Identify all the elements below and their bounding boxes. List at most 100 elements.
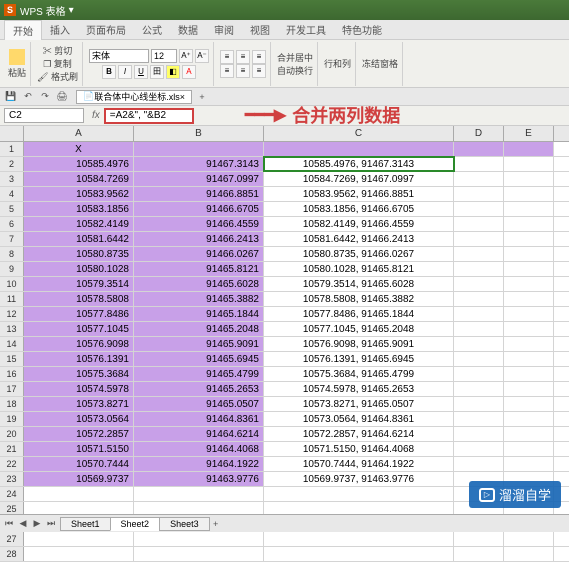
cell[interactable] (504, 412, 554, 426)
cell[interactable]: 10577.1045, 91465.2048 (264, 322, 454, 336)
nav-last-button[interactable]: ⏭ (44, 518, 58, 529)
cell[interactable] (504, 202, 554, 216)
cell[interactable]: 91465.1844 (134, 307, 264, 321)
cell[interactable]: 10576.9098, 91465.9091 (264, 337, 454, 351)
row-header[interactable]: 8 (0, 247, 24, 261)
cell[interactable] (504, 277, 554, 291)
cell[interactable]: 10580.8735, 91466.0267 (264, 247, 454, 261)
cell[interactable]: 10578.5808, 91465.3882 (264, 292, 454, 306)
col-header-e[interactable]: E (504, 126, 554, 141)
cell[interactable] (454, 172, 504, 186)
cell[interactable]: 91464.8361 (134, 412, 264, 426)
row-header[interactable]: 12 (0, 307, 24, 321)
wrap-button[interactable]: 自动换行 (277, 64, 313, 77)
cell[interactable]: 10585.4976 (24, 157, 134, 171)
cell[interactable]: 91467.3143 (134, 157, 264, 171)
cell[interactable]: 10576.1391 (24, 352, 134, 366)
cell[interactable] (504, 457, 554, 471)
cell[interactable] (24, 547, 134, 561)
cell[interactable]: 10571.5150 (24, 442, 134, 456)
row-header[interactable]: 28 (0, 547, 24, 561)
cell[interactable]: 91466.6705 (134, 202, 264, 216)
cell[interactable]: 10569.9737, 91463.9776 (264, 472, 454, 486)
cell[interactable]: 10580.1028 (24, 262, 134, 276)
font-color-button[interactable]: A (182, 65, 196, 79)
cell[interactable] (504, 247, 554, 261)
cell[interactable] (504, 217, 554, 231)
cell[interactable]: 10573.0564, 91464.8361 (264, 412, 454, 426)
cell[interactable]: 91463.9776 (134, 472, 264, 486)
cell[interactable]: 91467.0997 (134, 172, 264, 186)
cell[interactable] (504, 172, 554, 186)
cell[interactable]: 91466.2413 (134, 232, 264, 246)
cell[interactable]: 10575.3684, 91465.4799 (264, 367, 454, 381)
file-tab[interactable]: 📄 联合体中心线坐标.xls × (76, 90, 192, 104)
row-header[interactable]: 19 (0, 412, 24, 426)
cell[interactable]: 10576.9098 (24, 337, 134, 351)
row-header[interactable]: 4 (0, 187, 24, 201)
cell[interactable]: 10583.9562, 91466.8851 (264, 187, 454, 201)
align-middle-button[interactable]: ≡ (236, 50, 250, 64)
tab-layout[interactable]: 页面布局 (78, 20, 134, 39)
cut-button[interactable]: ✂ 剪切 (43, 44, 73, 57)
cell[interactable]: 91465.3882 (134, 292, 264, 306)
cell[interactable] (454, 367, 504, 381)
cell[interactable] (504, 397, 554, 411)
cell[interactable] (454, 322, 504, 336)
cell[interactable]: 10583.1856 (24, 202, 134, 216)
formula-input[interactable] (104, 108, 194, 124)
cell[interactable]: 10579.3514 (24, 277, 134, 291)
cell[interactable]: 10585.4976, 91467.3143 (264, 157, 454, 171)
align-top-button[interactable]: ≡ (220, 50, 234, 64)
cell[interactable]: 10573.0564 (24, 412, 134, 426)
cell[interactable] (454, 277, 504, 291)
col-header-c[interactable]: C (264, 126, 454, 141)
fill-color-button[interactable]: ◧ (166, 65, 180, 79)
font-name-select[interactable] (89, 49, 149, 63)
cell[interactable] (454, 547, 504, 561)
cell[interactable] (504, 337, 554, 351)
paste-icon[interactable] (9, 49, 25, 65)
cell[interactable]: 10581.6442 (24, 232, 134, 246)
tab-data[interactable]: 数据 (170, 20, 206, 39)
cell[interactable] (24, 532, 134, 546)
cell[interactable] (454, 337, 504, 351)
cell[interactable] (504, 262, 554, 276)
cell[interactable] (454, 292, 504, 306)
cell[interactable] (454, 262, 504, 276)
row-header[interactable]: 24 (0, 487, 24, 501)
row-header[interactable]: 9 (0, 262, 24, 276)
cell[interactable] (504, 307, 554, 321)
align-right-button[interactable]: ≡ (252, 64, 266, 78)
row-header[interactable]: 16 (0, 367, 24, 381)
cell[interactable] (454, 412, 504, 426)
tab-review[interactable]: 审阅 (206, 20, 242, 39)
cell[interactable] (504, 367, 554, 381)
cell[interactable]: 91464.6214 (134, 427, 264, 441)
cell[interactable] (504, 157, 554, 171)
row-header[interactable]: 27 (0, 532, 24, 546)
row-header[interactable]: 1 (0, 142, 24, 156)
cell[interactable] (134, 532, 264, 546)
cell[interactable]: 10582.4149, 91466.4559 (264, 217, 454, 231)
cell[interactable]: 10575.3684 (24, 367, 134, 381)
cell[interactable]: 10571.5150, 91464.4068 (264, 442, 454, 456)
copy-button[interactable]: ❐ 复制 (43, 57, 72, 70)
cell[interactable]: 10570.7444, 91464.1922 (264, 457, 454, 471)
align-left-button[interactable]: ≡ (220, 64, 234, 78)
cell[interactable] (264, 487, 454, 501)
cell[interactable]: 91465.8121 (134, 262, 264, 276)
row-header[interactable]: 17 (0, 382, 24, 396)
cell[interactable]: 10582.4149 (24, 217, 134, 231)
cell[interactable]: X (24, 142, 134, 156)
row-header[interactable]: 7 (0, 232, 24, 246)
cell[interactable]: 10572.2857 (24, 427, 134, 441)
col-header-a[interactable]: A (24, 126, 134, 141)
cell[interactable]: 10572.2857, 91464.6214 (264, 427, 454, 441)
row-header[interactable]: 15 (0, 352, 24, 366)
cell[interactable] (504, 232, 554, 246)
row-header[interactable]: 18 (0, 397, 24, 411)
cell[interactable] (454, 457, 504, 471)
cell[interactable] (454, 232, 504, 246)
cell[interactable]: 10577.8486, 91465.1844 (264, 307, 454, 321)
